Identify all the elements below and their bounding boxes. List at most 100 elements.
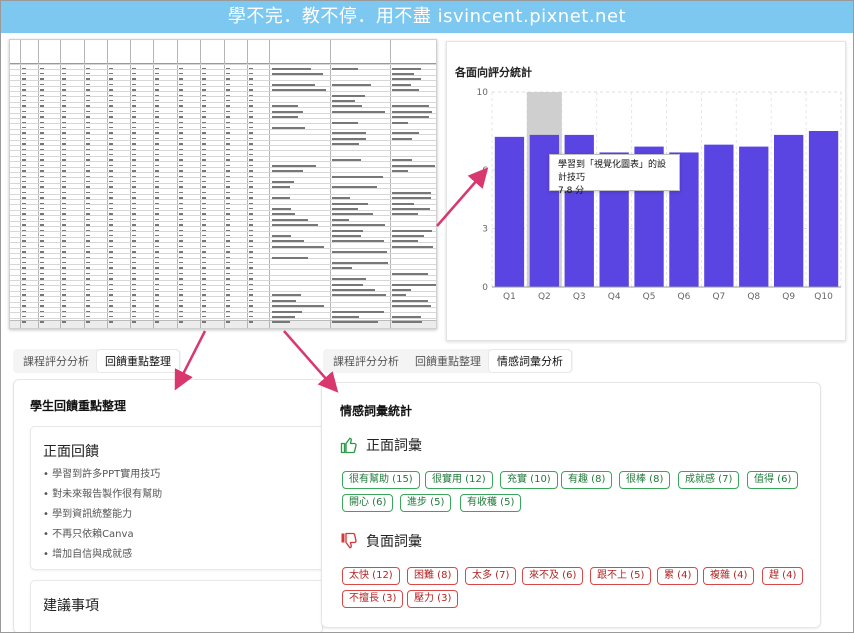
feedback-summary-panel: 學生回饋重點整理 正面回饋 • 學習到許多PPT實用技巧 • 對未來報告製作很有…: [13, 379, 323, 632]
spreadsheet-cell-value: [62, 278, 66, 280]
spreadsheet-cell-value: [179, 89, 183, 91]
spreadsheet-cell-value: [86, 310, 90, 312]
spreadsheet-cell-text: [272, 110, 303, 113]
spreadsheet-cell-text: [332, 137, 367, 140]
spreadsheet-cell-value: [62, 99, 66, 102]
x-tick-label: Q7: [712, 292, 725, 302]
spreadsheet-cell-text: [272, 89, 326, 92]
spreadsheet-cell-value: [249, 126, 253, 129]
spreadsheet-cell-value: [22, 137, 26, 140]
spreadsheet-cell-value: [179, 191, 183, 194]
spreadsheet-cell-text: [272, 116, 299, 119]
spreadsheet-cell-value: [132, 121, 136, 123]
spreadsheet-cell-value: [40, 78, 44, 80]
spreadsheet-cell-value: [40, 105, 44, 107]
thumbs-down-icon: [341, 532, 357, 549]
spreadsheet-row-line: [10, 226, 436, 227]
x-tick-label: Q1: [503, 292, 516, 302]
tab-feedback-summary[interactable]: 回饋重點整理: [97, 350, 179, 372]
spreadsheet-cell-value: [62, 67, 66, 69]
spreadsheet-cell-value: [249, 148, 253, 150]
tab-feedback-summary[interactable]: 回饋重點整理: [407, 350, 489, 372]
spreadsheet-row-line: [10, 172, 436, 173]
spreadsheet-row-line: [10, 231, 436, 233]
spreadsheet-cell-value: [132, 305, 136, 307]
spreadsheet-cell-value: [226, 283, 230, 285]
positive-feedback-title: 正面回饋: [43, 444, 99, 460]
feedback-item: • 學習到許多PPT實用技巧: [43, 469, 161, 480]
spreadsheet-cell-value: [155, 315, 159, 318]
spreadsheet-cell-value: [22, 267, 26, 269]
spreadsheet-cell-value: [40, 175, 44, 177]
spreadsheet-cell-value: [109, 105, 113, 107]
spreadsheet-cell-value: [179, 310, 183, 312]
spreadsheet-cell-text: [392, 137, 413, 140]
tab-course-score[interactable]: 課程評分分析: [15, 350, 97, 372]
spreadsheet-cell-value: [179, 315, 183, 318]
spreadsheet-cell-value: [179, 186, 183, 188]
spreadsheet-cell-value: [132, 105, 136, 107]
spreadsheet-cell-text: [332, 321, 378, 324]
spreadsheet-cell-value: [202, 116, 206, 118]
spreadsheet-cell-value: [226, 132, 230, 134]
spreadsheet-cell-value: [202, 267, 206, 269]
spreadsheet-cell-value: [249, 83, 253, 86]
spreadsheet-cell-text: [332, 283, 364, 286]
spreadsheet-cell-value: [155, 175, 159, 177]
spreadsheet-cell-value: [62, 321, 66, 323]
spreadsheet-cell-text: [332, 240, 385, 243]
spreadsheet-cell-value: [155, 288, 159, 291]
spreadsheet-row-line: [10, 258, 436, 260]
spreadsheet-cell-value: [86, 299, 90, 302]
tab-course-score[interactable]: 課程評分分析: [325, 350, 407, 372]
spreadsheet-row-line: [10, 64, 436, 65]
spreadsheet-cell-text: [332, 261, 388, 264]
spreadsheet-cell-value: [249, 175, 253, 177]
spreadsheet-cell-text: [272, 164, 316, 167]
spreadsheet-cell-value: [249, 159, 253, 161]
spreadsheet-cell-value: [132, 224, 136, 226]
spreadsheet-row-line: [10, 220, 436, 222]
spreadsheet-cell-value: [22, 207, 26, 210]
spreadsheet-cell-text: [392, 116, 429, 119]
spreadsheet-row-line: [10, 107, 436, 109]
spreadsheet-row-line: [10, 215, 436, 217]
spreadsheet-cell-value: [179, 72, 183, 75]
positive-word-chip: 很棒 (8): [619, 471, 671, 489]
spreadsheet-cell-value: [202, 256, 206, 258]
spreadsheet-cell-value: [179, 234, 183, 237]
spreadsheet-cell-value: [132, 94, 136, 96]
spreadsheet-cell-value: [132, 261, 136, 264]
spreadsheet-cell-value: [249, 137, 253, 140]
spreadsheet-cell-value: [40, 132, 44, 134]
spreadsheet-cell-text: [272, 170, 303, 173]
spreadsheet-cell-text: [332, 234, 361, 237]
spreadsheet-cell-value: [22, 261, 26, 264]
spreadsheet-cell-text: [272, 321, 290, 324]
spreadsheet-cell-value: [40, 299, 44, 302]
spreadsheet-cell-value: [22, 180, 26, 183]
spreadsheet-cell-value: [226, 310, 230, 312]
spreadsheet-cell-value: [202, 245, 206, 248]
spreadsheet-cell-value: [86, 315, 90, 318]
spreadsheet-cell-value: [62, 137, 66, 140]
spreadsheet-row-line: [10, 296, 436, 298]
spreadsheet-cell-value: [155, 218, 159, 221]
positive-feedback-box: 正面回饋 • 學習到許多PPT實用技巧 • 對未來報告製作很有幫助 • 學到資訊…: [30, 426, 322, 570]
tab-emotion-analysis[interactable]: 情感詞彙分析: [489, 350, 571, 372]
spreadsheet-cell-text: [392, 305, 431, 308]
negative-word-chip: 跟不上 (5): [590, 567, 652, 585]
spreadsheet-cell-value: [62, 283, 66, 285]
spreadsheet-cell-value: [86, 126, 90, 129]
tabs-feedback-view: 課程評分分析 回饋重點整理: [13, 349, 181, 373]
spreadsheet-cell-value: [249, 89, 253, 91]
spreadsheet-cell-value: [202, 299, 206, 302]
spreadsheet-cell-text: [392, 67, 421, 70]
spreadsheet-row-line: [10, 91, 436, 92]
spreadsheet-cell-value: [202, 224, 206, 226]
spreadsheet-cell-value: [62, 207, 66, 210]
spreadsheet-cell-value: [179, 321, 183, 323]
spreadsheet-cell-value: [249, 240, 253, 242]
screenshot-frame: 學不完．教不停．用不盡 isvincent.pixnet.net 各面向評分統計…: [0, 0, 854, 633]
spreadsheet-cell-value: [249, 207, 253, 210]
